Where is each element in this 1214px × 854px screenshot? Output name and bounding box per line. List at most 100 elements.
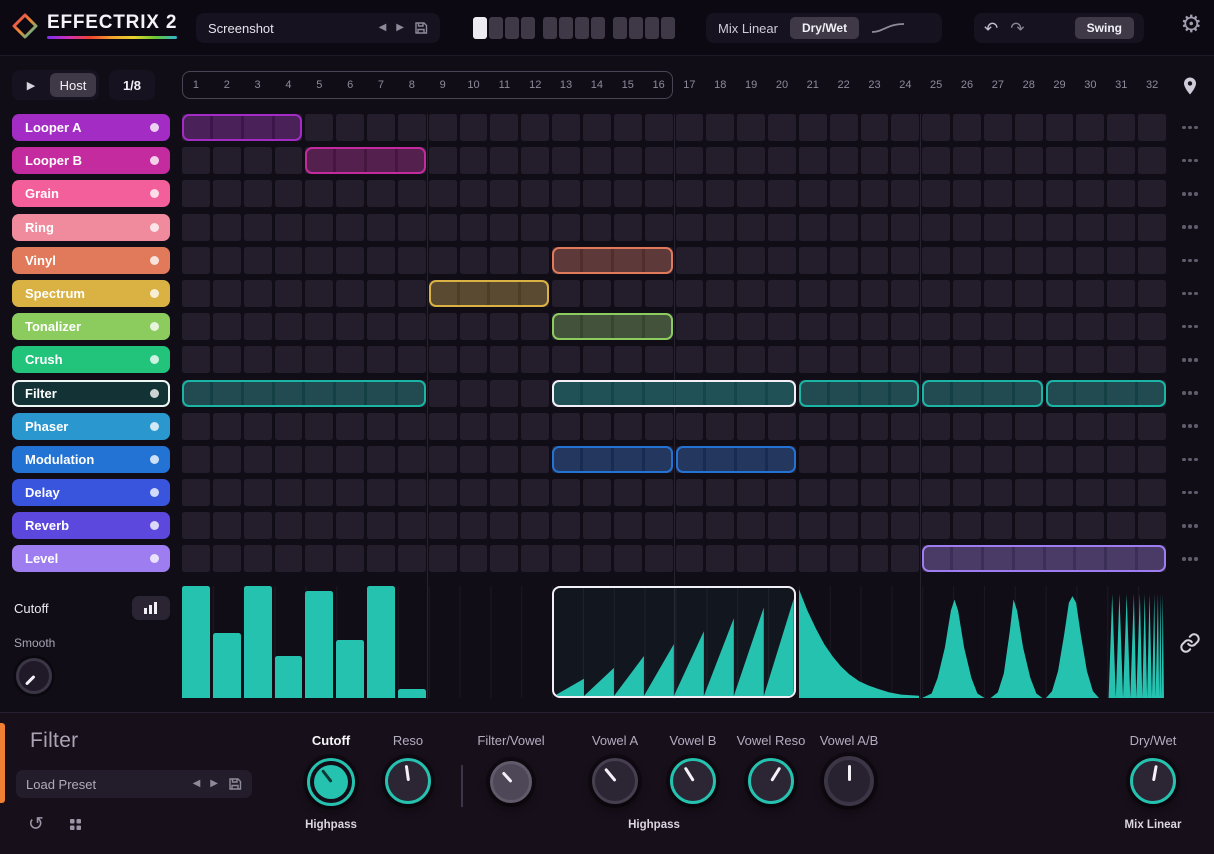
grid-cell[interactable]	[243, 545, 272, 573]
grid-cell[interactable]	[182, 313, 210, 341]
grid-cell[interactable]	[367, 479, 395, 507]
grid-cell[interactable]	[613, 412, 642, 440]
row-menu-phaser[interactable]	[1166, 413, 1214, 440]
grid-cell[interactable]	[428, 512, 457, 540]
grid-cell[interactable]	[1014, 346, 1043, 374]
grid-cell[interactable]	[922, 346, 951, 374]
grid-cell[interactable]	[1138, 246, 1166, 274]
grid-cell[interactable]	[243, 180, 272, 208]
grid-cell[interactable]	[644, 279, 673, 307]
lane-bar[interactable]	[305, 590, 334, 699]
preset-next-button[interactable]: ▶	[396, 23, 404, 33]
pattern-slot-2[interactable]	[489, 17, 503, 39]
track-label-level[interactable]: Level	[12, 545, 170, 573]
grid-cell[interactable]	[983, 346, 1012, 374]
grid-cell[interactable]	[336, 445, 365, 473]
grid-cell[interactable]	[336, 114, 365, 141]
grid-cell[interactable]	[274, 147, 303, 175]
grid-cell[interactable]	[305, 313, 334, 341]
grid-cell[interactable]	[1014, 180, 1043, 208]
grid-cell[interactable]	[552, 512, 580, 540]
grid-cell[interactable]	[243, 479, 272, 507]
grid-cell[interactable]	[490, 545, 519, 573]
grid-cell[interactable]	[953, 213, 981, 241]
track-label-modulation[interactable]: Modulation	[12, 445, 170, 473]
grid-cell[interactable]	[768, 512, 796, 540]
grid-cell[interactable]	[1076, 147, 1105, 175]
grid-cell[interactable]	[922, 246, 951, 274]
grid-cell[interactable]	[1014, 279, 1043, 307]
grid-cell[interactable]	[459, 180, 488, 208]
grid-cell[interactable]	[212, 313, 241, 341]
grid-cell[interactable]	[737, 114, 766, 141]
lane-envelope-region-selected[interactable]	[552, 586, 796, 699]
grid-cell[interactable]	[983, 180, 1012, 208]
grid-cell[interactable]	[1014, 213, 1043, 241]
grid-cell[interactable]	[1076, 213, 1105, 241]
grid-cell[interactable]	[860, 246, 889, 274]
grid-cell[interactable]	[1138, 147, 1166, 175]
grid-cell[interactable]	[182, 246, 210, 274]
grid-cell[interactable]	[768, 180, 796, 208]
grid-cell[interactable]	[1138, 313, 1166, 341]
grid-cell[interactable]	[1138, 512, 1166, 540]
track-enable-dot[interactable]	[150, 521, 159, 531]
grid-cell[interactable]	[737, 313, 766, 341]
grid-cell[interactable]	[1138, 445, 1166, 473]
grid-cell[interactable]	[521, 445, 550, 473]
lane-bar[interactable]	[212, 633, 241, 699]
grid-cell[interactable]	[768, 412, 796, 440]
grid-cell[interactable]	[829, 445, 858, 473]
grid-cell[interactable]	[305, 114, 334, 141]
grid-cell[interactable]	[706, 512, 735, 540]
step-block[interactable]	[922, 379, 1043, 407]
grid-cell[interactable]	[490, 379, 519, 407]
grid-cell[interactable]	[737, 412, 766, 440]
grid-cell[interactable]	[829, 545, 858, 573]
row-menu-level[interactable]	[1166, 545, 1214, 572]
grid-cell[interactable]	[274, 279, 303, 307]
grid-cell[interactable]	[243, 346, 272, 374]
step-block-selected[interactable]	[552, 379, 796, 407]
grid-cell[interactable]	[860, 313, 889, 341]
reset-icon[interactable]: ↺	[28, 815, 44, 834]
grid-cell[interactable]	[182, 545, 210, 573]
grid-cell[interactable]	[459, 147, 488, 175]
knob-reso[interactable]	[385, 758, 431, 804]
grid-cell[interactable]	[490, 346, 519, 374]
preset-save-icon[interactable]	[414, 21, 428, 35]
grid-cell[interactable]	[521, 545, 550, 573]
grid-cell[interactable]	[706, 412, 735, 440]
grid-cell[interactable]	[243, 279, 272, 307]
grid-cell[interactable]	[675, 346, 704, 374]
grid-cell[interactable]	[212, 412, 241, 440]
grid-cell[interactable]	[922, 147, 951, 175]
grid-cell[interactable]	[582, 279, 611, 307]
grid-cell[interactable]	[829, 147, 858, 175]
grid-cell[interactable]	[613, 180, 642, 208]
grid-cell[interactable]	[737, 545, 766, 573]
track-enable-dot[interactable]	[150, 288, 159, 298]
pattern-slot-11[interactable]	[645, 17, 659, 39]
grid-cell[interactable]	[1045, 279, 1074, 307]
grid-cell[interactable]	[521, 379, 550, 407]
grid-cell[interactable]	[212, 479, 241, 507]
grid-cell[interactable]	[675, 479, 704, 507]
grid-cell[interactable]	[428, 213, 457, 241]
grid-cell[interactable]	[1045, 412, 1074, 440]
grid-cell[interactable]	[428, 479, 457, 507]
grid-cell[interactable]	[305, 412, 334, 440]
grid-cell[interactable]	[336, 180, 365, 208]
grid-cell[interactable]	[1076, 445, 1105, 473]
row-menu-spectrum[interactable]	[1166, 280, 1214, 307]
preset-prev-button[interactable]: ◀	[379, 23, 387, 33]
grid-cell[interactable]	[397, 279, 426, 307]
pattern-slot-10[interactable]	[629, 17, 643, 39]
grid-cell[interactable]	[521, 147, 550, 175]
grid-cell[interactable]	[829, 346, 858, 374]
grid-cell[interactable]	[367, 180, 395, 208]
lane-bar[interactable]	[367, 586, 395, 699]
pattern-slot-5[interactable]	[543, 17, 557, 39]
grid-cell[interactable]	[891, 213, 920, 241]
grid-cell[interactable]	[582, 114, 611, 141]
